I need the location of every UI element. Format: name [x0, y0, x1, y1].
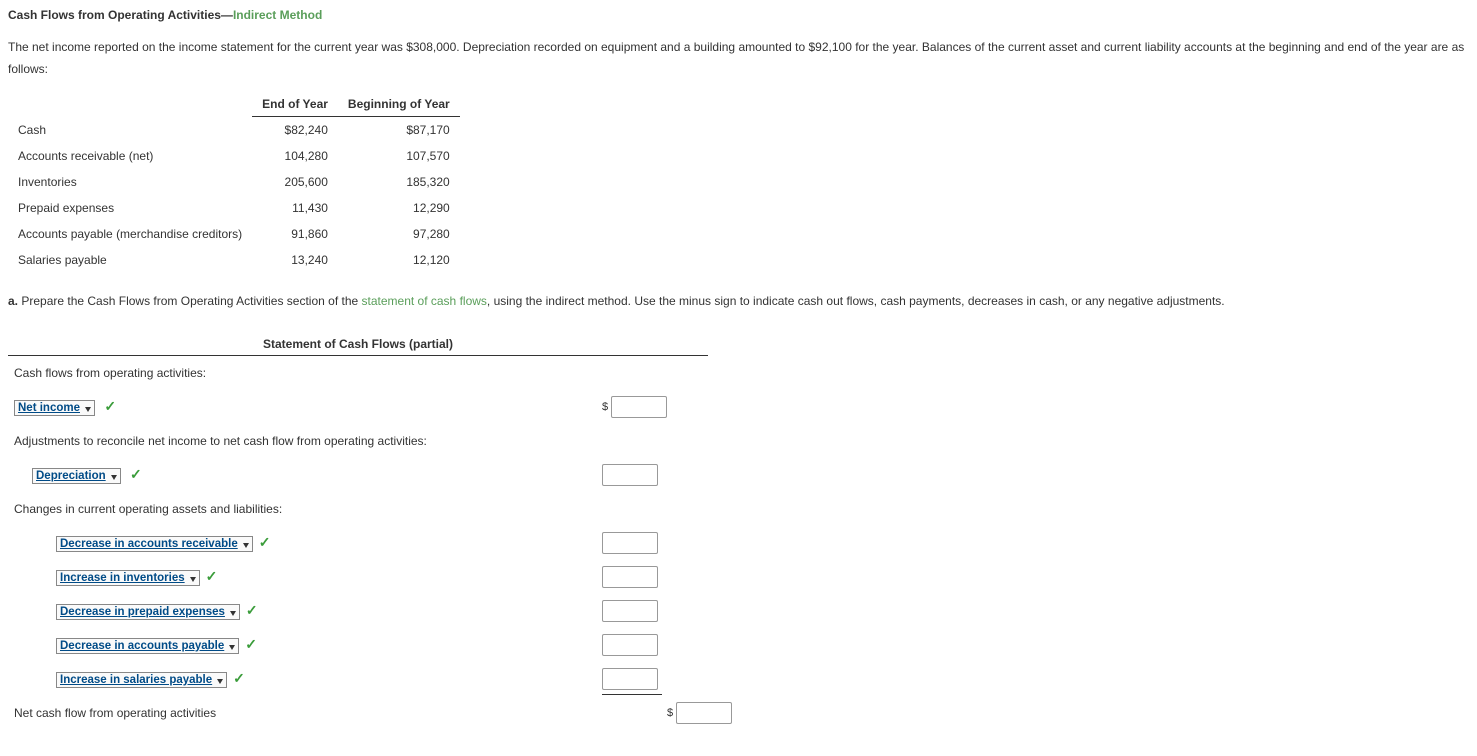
check-icon: ✓	[104, 398, 116, 414]
col-blank	[8, 92, 252, 117]
check-icon: ✓	[206, 568, 218, 584]
net-income-input[interactable]	[611, 396, 667, 418]
table-row: Prepaid expenses11,43012,290	[8, 195, 460, 221]
net-income-select[interactable]: Net income	[14, 400, 95, 416]
table-row: Cash$82,240$87,170	[8, 117, 460, 144]
change-item-input[interactable]	[602, 532, 658, 554]
change-item-input[interactable]	[602, 600, 658, 622]
worksheet-title: Statement of Cash Flows (partial)	[8, 333, 708, 356]
change-item-select[interactable]: Decrease in accounts receivable	[56, 536, 253, 552]
check-icon: ✓	[246, 602, 258, 618]
worksheet: Statement of Cash Flows (partial) Cash f…	[8, 333, 708, 730]
change-item-select[interactable]: Decrease in prepaid expenses	[56, 604, 240, 620]
check-icon: ✓	[233, 670, 245, 686]
check-icon: ✓	[130, 466, 142, 482]
depreciation-input[interactable]	[602, 464, 658, 486]
change-item-input[interactable]	[602, 634, 658, 656]
col-begin: Beginning of Year	[338, 92, 460, 117]
page-title: Cash Flows from Operating Activities—Ind…	[8, 8, 1469, 22]
change-item-input[interactable]	[602, 566, 658, 588]
depreciation-select[interactable]: Depreciation	[32, 468, 121, 484]
balance-table: End of Year Beginning of Year Cash$82,24…	[8, 92, 460, 273]
table-row: Accounts payable (merchandise creditors)…	[8, 221, 460, 247]
net-cash-flow-label: Net cash flow from operating activities	[14, 706, 602, 720]
check-icon: ✓	[259, 534, 271, 550]
intro-text: The net income reported on the income st…	[8, 37, 1469, 80]
change-item-select[interactable]: Decrease in accounts payable	[56, 638, 239, 654]
table-row: Inventories205,600185,320	[8, 169, 460, 195]
section-heading: Cash flows from operating activities:	[14, 366, 702, 380]
instruction-text: a. Prepare the Cash Flows from Operating…	[8, 291, 1469, 313]
check-icon: ✓	[245, 636, 257, 652]
change-item-select[interactable]: Increase in salaries payable	[56, 672, 227, 688]
net-cash-flow-input[interactable]	[676, 702, 732, 724]
change-item-select[interactable]: Increase in inventories	[56, 570, 200, 586]
col-end: End of Year	[252, 92, 338, 117]
table-row: Accounts receivable (net)104,280107,570	[8, 143, 460, 169]
statement-link[interactable]: statement of cash flows	[362, 294, 487, 308]
table-row: Salaries payable13,24012,120	[8, 247, 460, 273]
adjustments-label: Adjustments to reconcile net income to n…	[14, 434, 702, 448]
changes-label: Changes in current operating assets and …	[14, 502, 702, 516]
change-item-input[interactable]	[602, 668, 658, 690]
